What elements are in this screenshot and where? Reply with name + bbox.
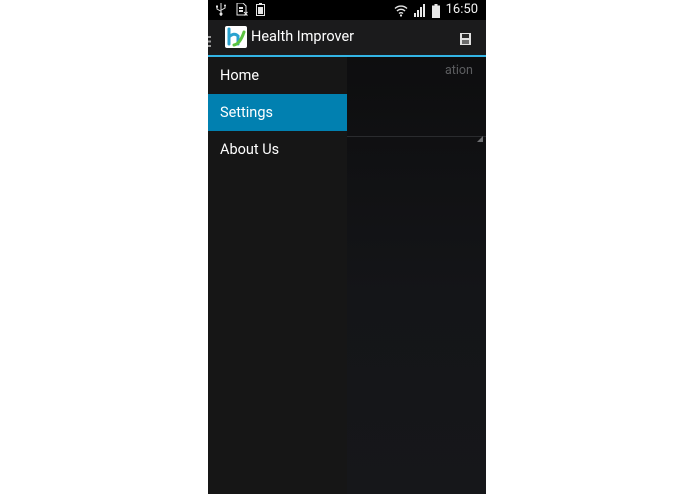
health-improver-logo-icon[interactable] [225, 26, 247, 48]
battery-saver-icon [256, 3, 268, 16]
nav-item-settings[interactable]: Settings [208, 94, 347, 131]
text-input-hint: ation [445, 63, 473, 78]
phone-screen: 16:50 Health Improver ation Home Setting… [208, 0, 486, 494]
drawer-indicator-icon[interactable] [208, 32, 212, 47]
nav-item-about-us[interactable]: About Us [208, 131, 347, 168]
save-icon[interactable] [460, 30, 471, 45]
usb-icon [216, 3, 228, 16]
status-bar: 16:50 [208, 0, 486, 20]
wifi-icon [394, 4, 408, 17]
status-clock: 16:50 [445, 2, 478, 17]
sim-card-icon [236, 2, 248, 16]
status-left-icons [216, 2, 268, 16]
action-bar: Health Improver [208, 20, 486, 57]
resize-handle-icon [477, 127, 483, 142]
text-input-area[interactable]: ation [347, 57, 486, 142]
status-right-icons: 16:50 [394, 2, 478, 18]
nav-item-home[interactable]: Home [208, 57, 347, 94]
navigation-drawer: Home Settings About Us [208, 57, 347, 494]
battery-icon [431, 3, 440, 18]
signal-icon [413, 3, 426, 17]
app-title: Health Improver [251, 28, 355, 45]
